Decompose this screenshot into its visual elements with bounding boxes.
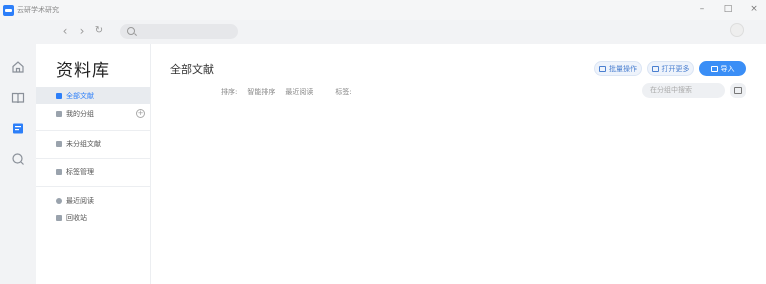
maximize-icon[interactable]: □ — [722, 3, 734, 15]
library-item-trash[interactable]: 回收站 — [36, 209, 150, 226]
folder-icon — [56, 110, 62, 117]
nav-bar: ‹ › ↻ — [0, 20, 766, 44]
add-group-icon[interactable]: + — [136, 109, 145, 118]
close-icon[interactable]: × — [748, 3, 760, 15]
library-item-ungrouped[interactable]: 未分组文献 — [36, 135, 150, 152]
library-item-all[interactable]: 全部文献 — [36, 87, 150, 104]
library-item-label: 回收站 — [66, 213, 87, 222]
avatar[interactable] — [730, 23, 744, 37]
home-icon[interactable] — [11, 59, 25, 73]
discover-icon[interactable] — [11, 151, 25, 165]
library-item-recent[interactable]: 最近阅读 — [36, 192, 150, 209]
divider — [36, 186, 150, 187]
library-item-label: 最近阅读 — [66, 196, 94, 205]
all-docs-icon — [56, 92, 62, 99]
search-icon — [127, 27, 135, 35]
divider — [36, 130, 150, 131]
library-item-label: 全部文献 — [66, 91, 94, 100]
refresh-icon[interactable]: ↻ — [92, 24, 106, 38]
import-button-label: 导入 — [720, 64, 735, 73]
library-item-label: 未分组文献 — [66, 139, 101, 148]
book-icon[interactable] — [11, 90, 25, 104]
calendar-icon — [734, 87, 742, 94]
library-title: 资料库 — [56, 61, 110, 81]
back-icon[interactable]: ‹ — [58, 24, 72, 38]
library-item-label: 我的分组 — [66, 109, 94, 118]
open-more-button[interactable]: 打开更多 — [647, 61, 694, 76]
document-icon — [56, 140, 62, 147]
sort-label: 排序: — [221, 88, 238, 96]
sort-bar: 排序: 智能排序 最近阅读 标签: — [221, 87, 352, 97]
library-icon[interactable] — [11, 120, 25, 134]
icon-rail — [0, 44, 36, 284]
folder-open-icon — [651, 65, 659, 72]
open-more-label: 打开更多 — [661, 64, 690, 73]
sort-option-recent[interactable]: 最近阅读 — [285, 87, 313, 97]
forward-icon[interactable]: › — [75, 24, 89, 38]
library-item-label: 标签管理 — [66, 167, 94, 176]
tag-icon — [56, 168, 62, 175]
sort-option-smart[interactable]: 智能排序 — [247, 87, 275, 97]
library-panel: 资料库 全部文献 我的分组 + 未分组文献 标签管理 最近阅读 回收站 — [36, 44, 151, 284]
global-search-input[interactable] — [120, 24, 238, 39]
library-item-groups[interactable]: 我的分组 + — [36, 105, 150, 122]
batch-button[interactable]: 批量操作 — [594, 61, 642, 76]
batch-button-label: 批量操作 — [609, 64, 637, 73]
filter-label[interactable]: 标签: — [335, 87, 351, 97]
library-search-input[interactable]: 在分组中搜索 — [642, 83, 725, 98]
app-logo-icon — [3, 4, 14, 16]
main-content: 全部文献 排序: 智能排序 最近阅读 标签: 批量操作 打开更多 导入 在分组中… — [151, 44, 766, 284]
import-button[interactable]: 导入 — [699, 61, 746, 76]
app-title: 云研学术研究 — [17, 6, 59, 14]
minimize-icon[interactable]: – — [696, 3, 708, 15]
divider — [36, 158, 150, 159]
title-bar: 云研学术研究 – □ × — [0, 0, 766, 20]
library-item-tags[interactable]: 标签管理 — [36, 163, 150, 180]
trash-icon — [56, 214, 62, 221]
calendar-button[interactable] — [730, 83, 746, 98]
import-icon — [710, 65, 718, 72]
page-title: 全部文献 — [170, 63, 214, 76]
window-controls: – □ × — [696, 3, 760, 15]
checkbox-icon — [599, 65, 606, 72]
app-window: 云研学术研究 – □ × ‹ › ↻ 资料库 全部文献 我的分组 + 未分组文献… — [0, 0, 766, 284]
clock-icon — [56, 197, 62, 204]
